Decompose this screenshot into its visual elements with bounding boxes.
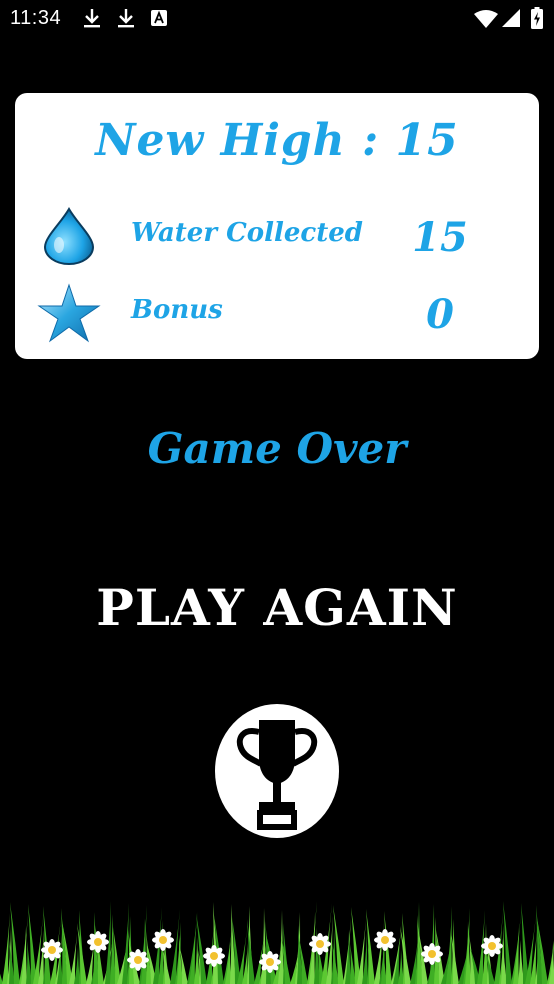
- bonus-value: 0: [426, 291, 454, 338]
- download-icon: [118, 9, 134, 28]
- signal-icon: [502, 9, 520, 27]
- water-collected-value: 15: [412, 214, 468, 261]
- battery-charging-icon: [531, 7, 543, 29]
- wifi-icon: [474, 10, 498, 28]
- play-again-button[interactable]: PLAY AGAIN: [0, 578, 554, 637]
- game-over-text: Game Over: [147, 424, 407, 473]
- status-time: 11:34: [10, 7, 62, 29]
- grass-decoration: [0, 901, 554, 984]
- new-high-title: New High : 15: [95, 115, 459, 166]
- bonus-label: Bonus: [131, 295, 223, 325]
- score-card: New High : 15 Water Collected 15 Bonus 0: [15, 93, 539, 359]
- water-drop-icon: [43, 207, 95, 265]
- text-notification-icon: [151, 10, 167, 26]
- star-icon: [37, 283, 101, 343]
- water-collected-label: Water Collected: [131, 218, 363, 248]
- trophy-icon: [236, 720, 318, 830]
- status-bar: 11:34: [0, 0, 554, 36]
- download-icon: [84, 9, 100, 28]
- leaderboard-button[interactable]: [215, 704, 339, 838]
